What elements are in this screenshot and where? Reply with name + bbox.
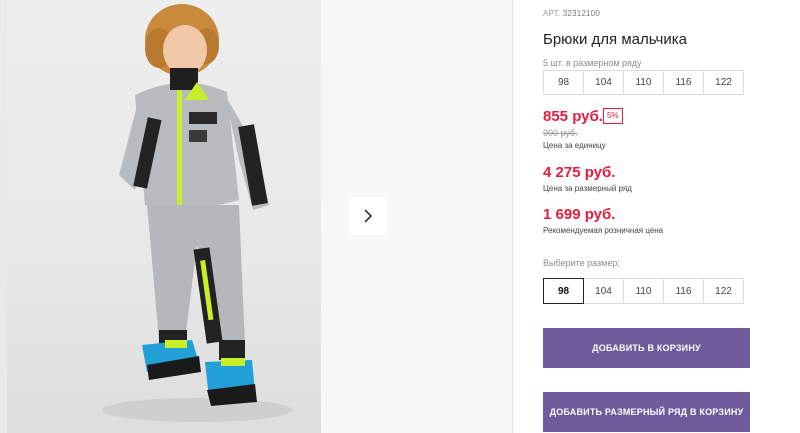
unit-price-caption: Цена за единицу	[543, 141, 606, 150]
column-divider	[512, 0, 513, 433]
pack-size-cell: 110	[623, 70, 664, 95]
size-option-116[interactable]: 116	[663, 278, 704, 304]
add-to-cart-button[interactable]: ДОБАВИТЬ В КОРЗИНУ	[543, 328, 750, 368]
product-gallery	[0, 0, 512, 433]
size-option-122[interactable]: 122	[703, 278, 744, 304]
pack-size-cell: 104	[583, 70, 624, 95]
article-label: АРТ.	[543, 9, 561, 18]
row-price-caption: Цена за размерный ряд	[543, 184, 632, 193]
next-image-button[interactable]	[349, 197, 387, 235]
pack-size-cell: 98	[543, 70, 584, 95]
size-option-110[interactable]: 110	[623, 278, 664, 304]
discount-badge: 5%	[603, 108, 623, 124]
rrp-caption: Рекомендуемая розничная цена	[543, 226, 664, 235]
choose-size-label: Выберите размер:	[543, 258, 620, 268]
size-option-98[interactable]: 98	[543, 278, 584, 304]
rrp-price: 1 699 руб.	[543, 206, 616, 223]
product-title: Брюки для мальчика	[543, 31, 687, 48]
pack-size-cell: 116	[663, 70, 704, 95]
product-photo	[7, 0, 321, 433]
row-price: 4 275 руб.	[543, 164, 616, 181]
unit-price: 855 руб.	[543, 108, 603, 125]
chevron-right-icon	[364, 209, 373, 223]
previous-image-edge[interactable]	[0, 0, 7, 433]
article-number: АРТ. 32312100	[543, 9, 600, 18]
pack-size-cell: 122	[703, 70, 744, 95]
pack-size-row: 98 104 110 116 122	[543, 70, 744, 95]
boy-in-tracksuit-illustration	[102, 4, 292, 422]
size-option-104[interactable]: 104	[583, 278, 624, 304]
size-selector: 98 104 110 116 122	[543, 278, 744, 304]
old-price: 900 руб.	[543, 128, 578, 138]
pack-note: 5 шт. в размерном ряду	[543, 58, 642, 68]
article-value: 32312100	[562, 9, 600, 18]
add-size-row-to-cart-button[interactable]: ДОБАВИТЬ РАЗМЕРНЫЙ РЯД В КОРЗИНУ	[543, 392, 750, 432]
